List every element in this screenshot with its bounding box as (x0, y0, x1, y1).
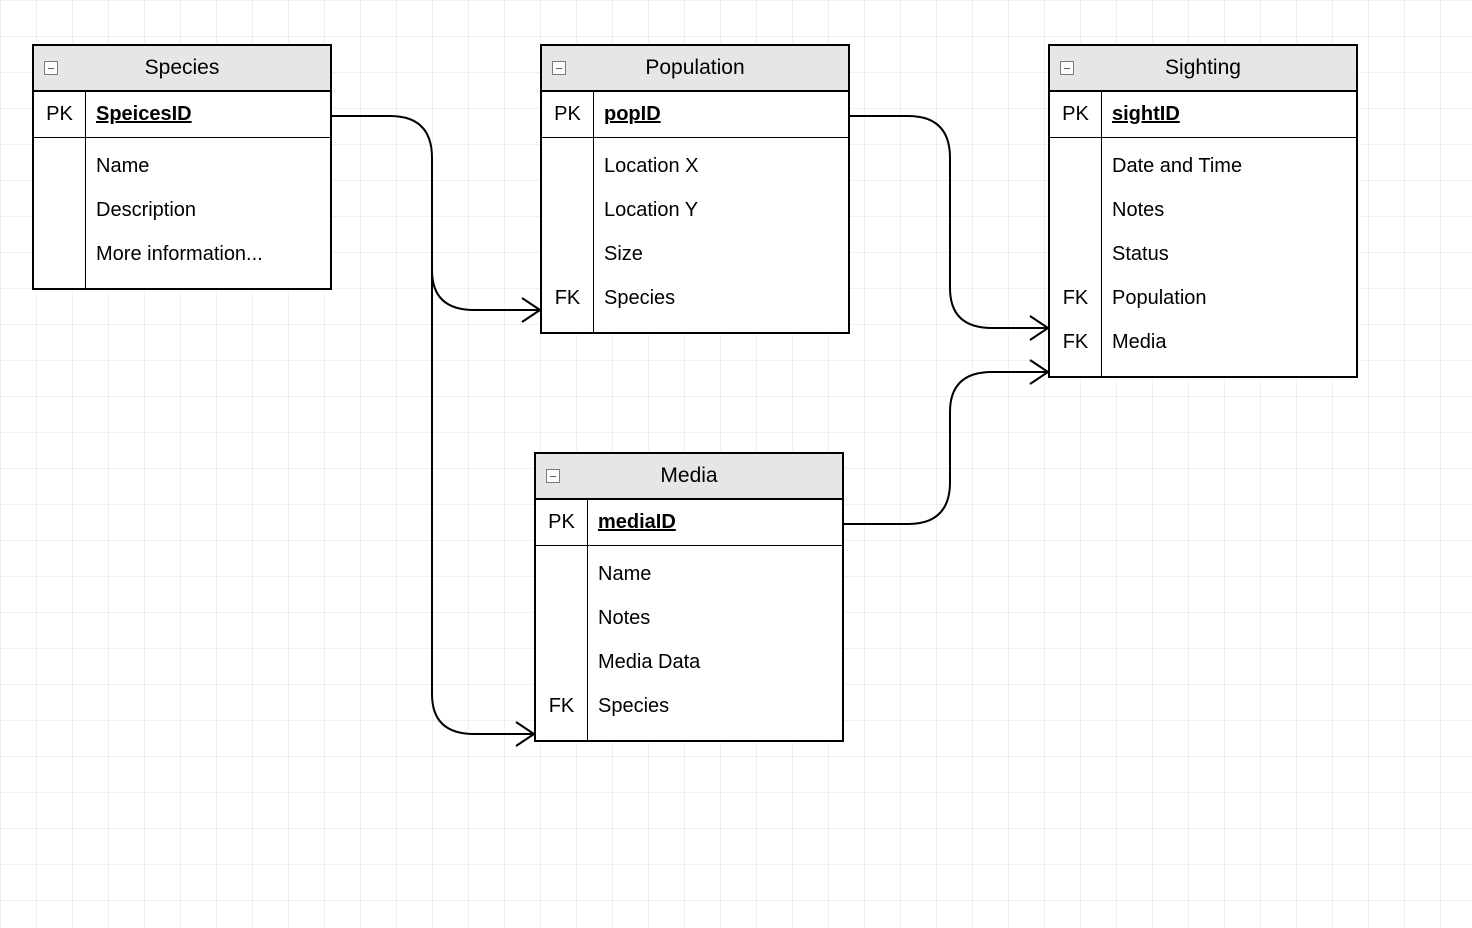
attribute-cell: Population (1102, 276, 1356, 320)
key-cell (542, 188, 593, 232)
pk-label: PK (542, 92, 593, 138)
entity-species[interactable]: − Species PK SpeicesID Name Description … (32, 44, 332, 290)
key-cell: FK (1050, 276, 1101, 320)
attribute-cell: More information... (86, 232, 330, 276)
key-cell (34, 232, 85, 276)
pk-attribute: mediaID (598, 511, 676, 534)
collapse-icon[interactable]: − (44, 61, 58, 75)
key-cell (536, 596, 587, 640)
key-cell (536, 552, 587, 596)
attribute-cell: Species (594, 276, 848, 320)
attribute-cell: Location X (594, 144, 848, 188)
entity-body: PK FK FK sightID Date and Time Notes Sta… (1050, 92, 1356, 376)
key-cell (34, 144, 85, 188)
attribute-cell: Date and Time (1102, 144, 1356, 188)
attribute-cell: Media (1102, 320, 1356, 364)
key-cell (1050, 232, 1101, 276)
pk-label: PK (536, 500, 587, 546)
entity-population[interactable]: − Population PK FK popID Location X Loca… (540, 44, 850, 334)
attribute-cell: Name (588, 552, 842, 596)
attribute-cell: Status (1102, 232, 1356, 276)
entity-body: PK SpeicesID Name Description More infor… (34, 92, 330, 288)
attribute-cell: Notes (588, 596, 842, 640)
key-cell (1050, 188, 1101, 232)
entity-title: Sighting (1074, 56, 1356, 80)
entity-sighting[interactable]: − Sighting PK FK FK sightID Date and Tim… (1048, 44, 1358, 378)
pk-label: PK (34, 92, 85, 138)
pk-attribute: SpeicesID (96, 103, 192, 126)
key-cell (1050, 144, 1101, 188)
pk-label: PK (1050, 92, 1101, 138)
key-cell (542, 232, 593, 276)
attribute-cell: Size (594, 232, 848, 276)
key-cell: FK (542, 276, 593, 320)
attribute-cell: Name (86, 144, 330, 188)
entity-title: Population (566, 56, 848, 80)
collapse-icon[interactable]: − (1060, 61, 1074, 75)
entity-body: PK FK popID Location X Location Y Size S… (542, 92, 848, 332)
key-cell (542, 144, 593, 188)
entity-media[interactable]: − Media PK FK mediaID Name Notes Media D… (534, 452, 844, 742)
pk-attribute: popID (604, 103, 661, 126)
attribute-cell: Species (588, 684, 842, 728)
entity-body: PK FK mediaID Name Notes Media Data Spec… (536, 500, 842, 740)
attribute-cell: Location Y (594, 188, 848, 232)
collapse-icon[interactable]: − (546, 469, 560, 483)
entity-header[interactable]: − Media (536, 454, 842, 500)
key-cell (34, 188, 85, 232)
entity-header[interactable]: − Population (542, 46, 848, 92)
entity-title: Species (58, 56, 330, 80)
entity-header[interactable]: − Species (34, 46, 330, 92)
collapse-icon[interactable]: − (552, 61, 566, 75)
entity-header[interactable]: − Sighting (1050, 46, 1356, 92)
attribute-cell: Notes (1102, 188, 1356, 232)
pk-attribute: sightID (1112, 103, 1180, 126)
entity-title: Media (560, 464, 842, 488)
key-cell: FK (536, 684, 587, 728)
key-cell (536, 640, 587, 684)
attribute-cell: Description (86, 188, 330, 232)
attribute-cell: Media Data (588, 640, 842, 684)
key-cell: FK (1050, 320, 1101, 364)
